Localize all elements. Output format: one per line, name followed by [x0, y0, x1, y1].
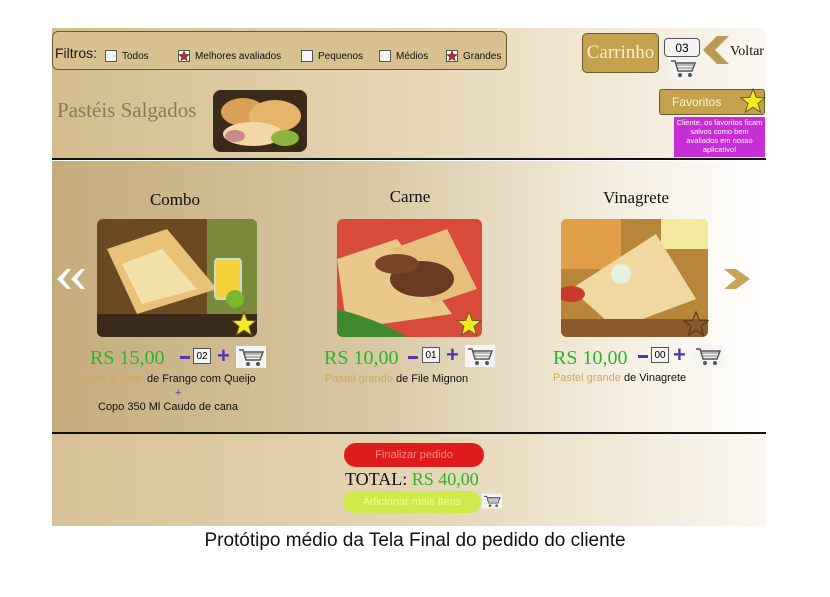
description-plus: + — [175, 387, 182, 399]
back-arrow-icon[interactable] — [703, 36, 731, 69]
cart-icon[interactable] — [668, 57, 698, 84]
filter-label: Todos — [122, 50, 149, 62]
plus-icon[interactable]: + — [446, 344, 459, 366]
add-to-cart-icon[interactable] — [465, 345, 495, 372]
total-value: RS 40,00 — [411, 469, 479, 489]
filter-option-pequenos[interactable]: Pequenos — [301, 49, 363, 63]
star-icon — [739, 87, 767, 119]
add-to-cart-icon[interactable] — [693, 345, 723, 372]
section-title: Pastéis Salgados — [57, 98, 197, 122]
minus-icon[interactable] — [638, 355, 648, 358]
cart-icon[interactable] — [482, 492, 502, 515]
add-to-cart-icon[interactable] — [236, 346, 266, 373]
add-more-items-button[interactable]: Adicionar mais itens — [343, 491, 481, 513]
product-price: RS 15,00 — [90, 347, 165, 369]
back-label[interactable]: Voltar — [730, 44, 764, 60]
minus-icon[interactable] — [408, 356, 418, 359]
size-highlight: Pastel grande — [76, 373, 144, 385]
carousel-next-icon[interactable] — [724, 269, 750, 294]
cart-button[interactable]: Carrinho — [582, 33, 659, 73]
checkbox-icon[interactable] — [301, 50, 313, 62]
finalize-order-button[interactable]: Finalizar pedido — [344, 443, 484, 467]
product-description: Pastel grande de File Mignon — [325, 373, 468, 385]
product-description: Pastel grande de Vinagrete — [553, 372, 686, 384]
filter-label: Pequenos — [318, 50, 364, 62]
plus-icon[interactable]: + — [217, 345, 230, 367]
quantity-field[interactable]: 02 — [193, 348, 211, 364]
filter-label: Grandes — [463, 50, 502, 62]
pasteis-salgados-image — [213, 90, 307, 152]
checkbox-icon[interactable] — [379, 50, 391, 62]
filter-option-todos[interactable]: Todos — [105, 49, 149, 63]
checked-star-checkbox-icon[interactable] — [178, 50, 190, 62]
checked-star-checkbox-icon[interactable] — [446, 50, 458, 62]
product-extra-description: Copo 350 Ml Caudo de cana — [98, 401, 239, 413]
product-name: Vinagrete — [603, 188, 669, 207]
minus-icon[interactable] — [180, 356, 190, 359]
plus-icon[interactable]: + — [673, 344, 686, 366]
quantity-field[interactable]: 00 — [651, 347, 669, 363]
product-price: RS 10,00 — [553, 347, 628, 369]
favorite-star-icon[interactable] — [230, 310, 258, 342]
filter-option-melhores-avaliados[interactable]: Melhores avaliados — [178, 49, 281, 63]
filter-option-medios[interactable]: Médios — [379, 49, 428, 63]
filter-label: Médios — [396, 50, 429, 62]
product-name: Combo — [149, 190, 201, 209]
caption: Protótipo médio da Tela Final do pedido … — [204, 530, 626, 551]
checkbox-icon[interactable] — [105, 50, 117, 62]
order-total: TOTAL: RS 40,00 — [345, 469, 479, 490]
quantity-field[interactable]: 01 — [422, 347, 440, 363]
description-text: de Vinagrete — [620, 372, 687, 384]
product-price: RS 10,00 — [324, 347, 399, 369]
filter-option-grandes[interactable]: Grandes — [446, 49, 501, 63]
total-label: TOTAL: — [345, 469, 408, 489]
size-highlight: Pastel grande — [325, 373, 393, 385]
product-description: Pastel grande de Frango com Queijo — [76, 373, 256, 385]
carousel-prev-icon[interactable] — [57, 269, 85, 294]
size-highlight: Pastel grande — [553, 372, 621, 384]
favorite-star-outline-icon[interactable] — [682, 310, 710, 342]
cart-count-badge: 03 — [664, 38, 700, 57]
divider — [52, 158, 766, 160]
filters-bar: Filtros: Todos Melhores avaliados Pequen… — [52, 31, 507, 70]
description-text: de File Mignon — [392, 373, 469, 385]
product-name: Carne — [389, 187, 431, 206]
filter-label: Melhores avaliados — [195, 50, 282, 62]
filters-label: Filtros: — [55, 45, 97, 61]
description-text: de Frango com Queijo — [143, 373, 256, 385]
favorite-star-icon[interactable] — [455, 310, 483, 342]
favorites-note: Cliente, os favoritos ficam salvos como … — [674, 117, 765, 157]
